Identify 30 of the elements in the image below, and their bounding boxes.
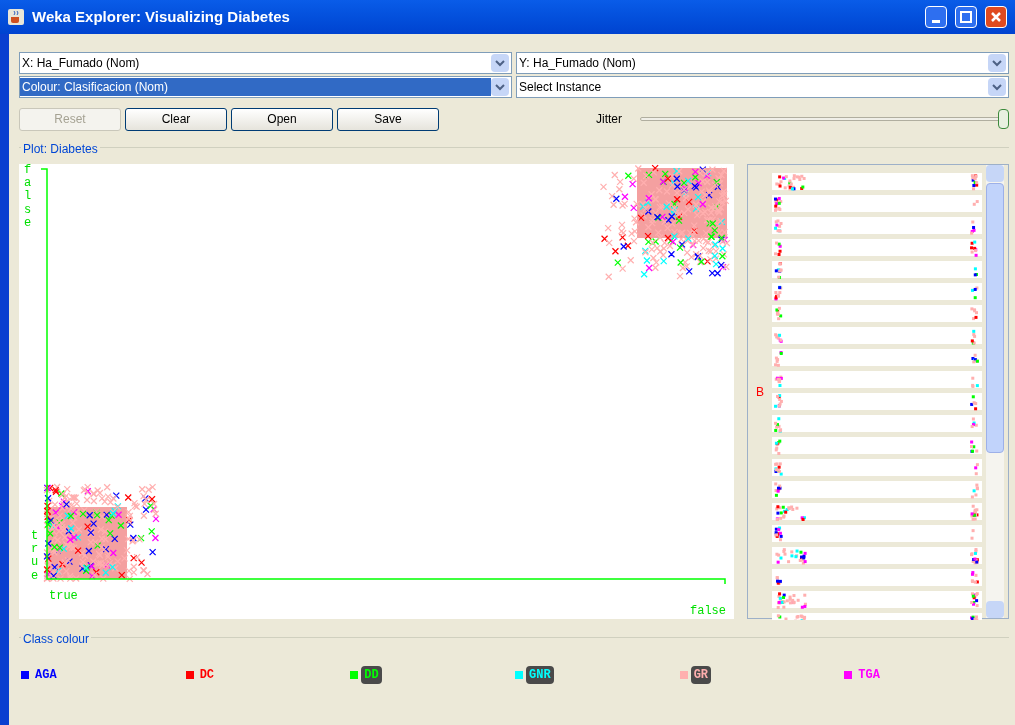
class-name: TGA [857,667,881,684]
action-button[interactable]: Open [231,107,333,131]
window-title: Weka Explorer: Visualizing Diabetes [32,6,291,27]
minimize-icon [932,20,940,23]
dropdown[interactable]: Y: Ha_Fumado (Nom) [516,52,1009,74]
scrollbar[interactable] [986,165,1004,618]
attribute-label: B [756,383,764,401]
jitter-slider[interactable] [640,108,1009,130]
maximize-icon [960,11,972,23]
jitter-slider-thumb[interactable] [998,109,1009,129]
class-name: AGA [34,667,58,684]
close-icon [990,11,1002,23]
jitter-label: Jitter [596,111,622,128]
class-name: GNR [526,666,554,684]
coffee-cup-icon [8,9,24,25]
minimize-button[interactable] [925,6,947,28]
dropdown[interactable]: Select Instance [516,76,1009,98]
class-name: DD [361,666,382,684]
close-button[interactable] [985,6,1007,28]
action-button[interactable]: Save [337,107,439,131]
y-axis-bottom-label: true [31,530,40,583]
class-name: GR [690,666,712,684]
class-name: DC [198,667,216,684]
dropdown[interactable]: Colour: Clasificacion (Nom) [19,76,512,98]
x-axis-left-label: true [49,588,78,605]
action-button[interactable]: Clear [125,107,227,131]
dropdown[interactable]: X: Ha_Fumado (Nom) [19,52,512,74]
x-axis-right-label: false [690,603,726,620]
maximize-button[interactable] [955,6,977,28]
y-axis-top-label: false [24,164,33,230]
